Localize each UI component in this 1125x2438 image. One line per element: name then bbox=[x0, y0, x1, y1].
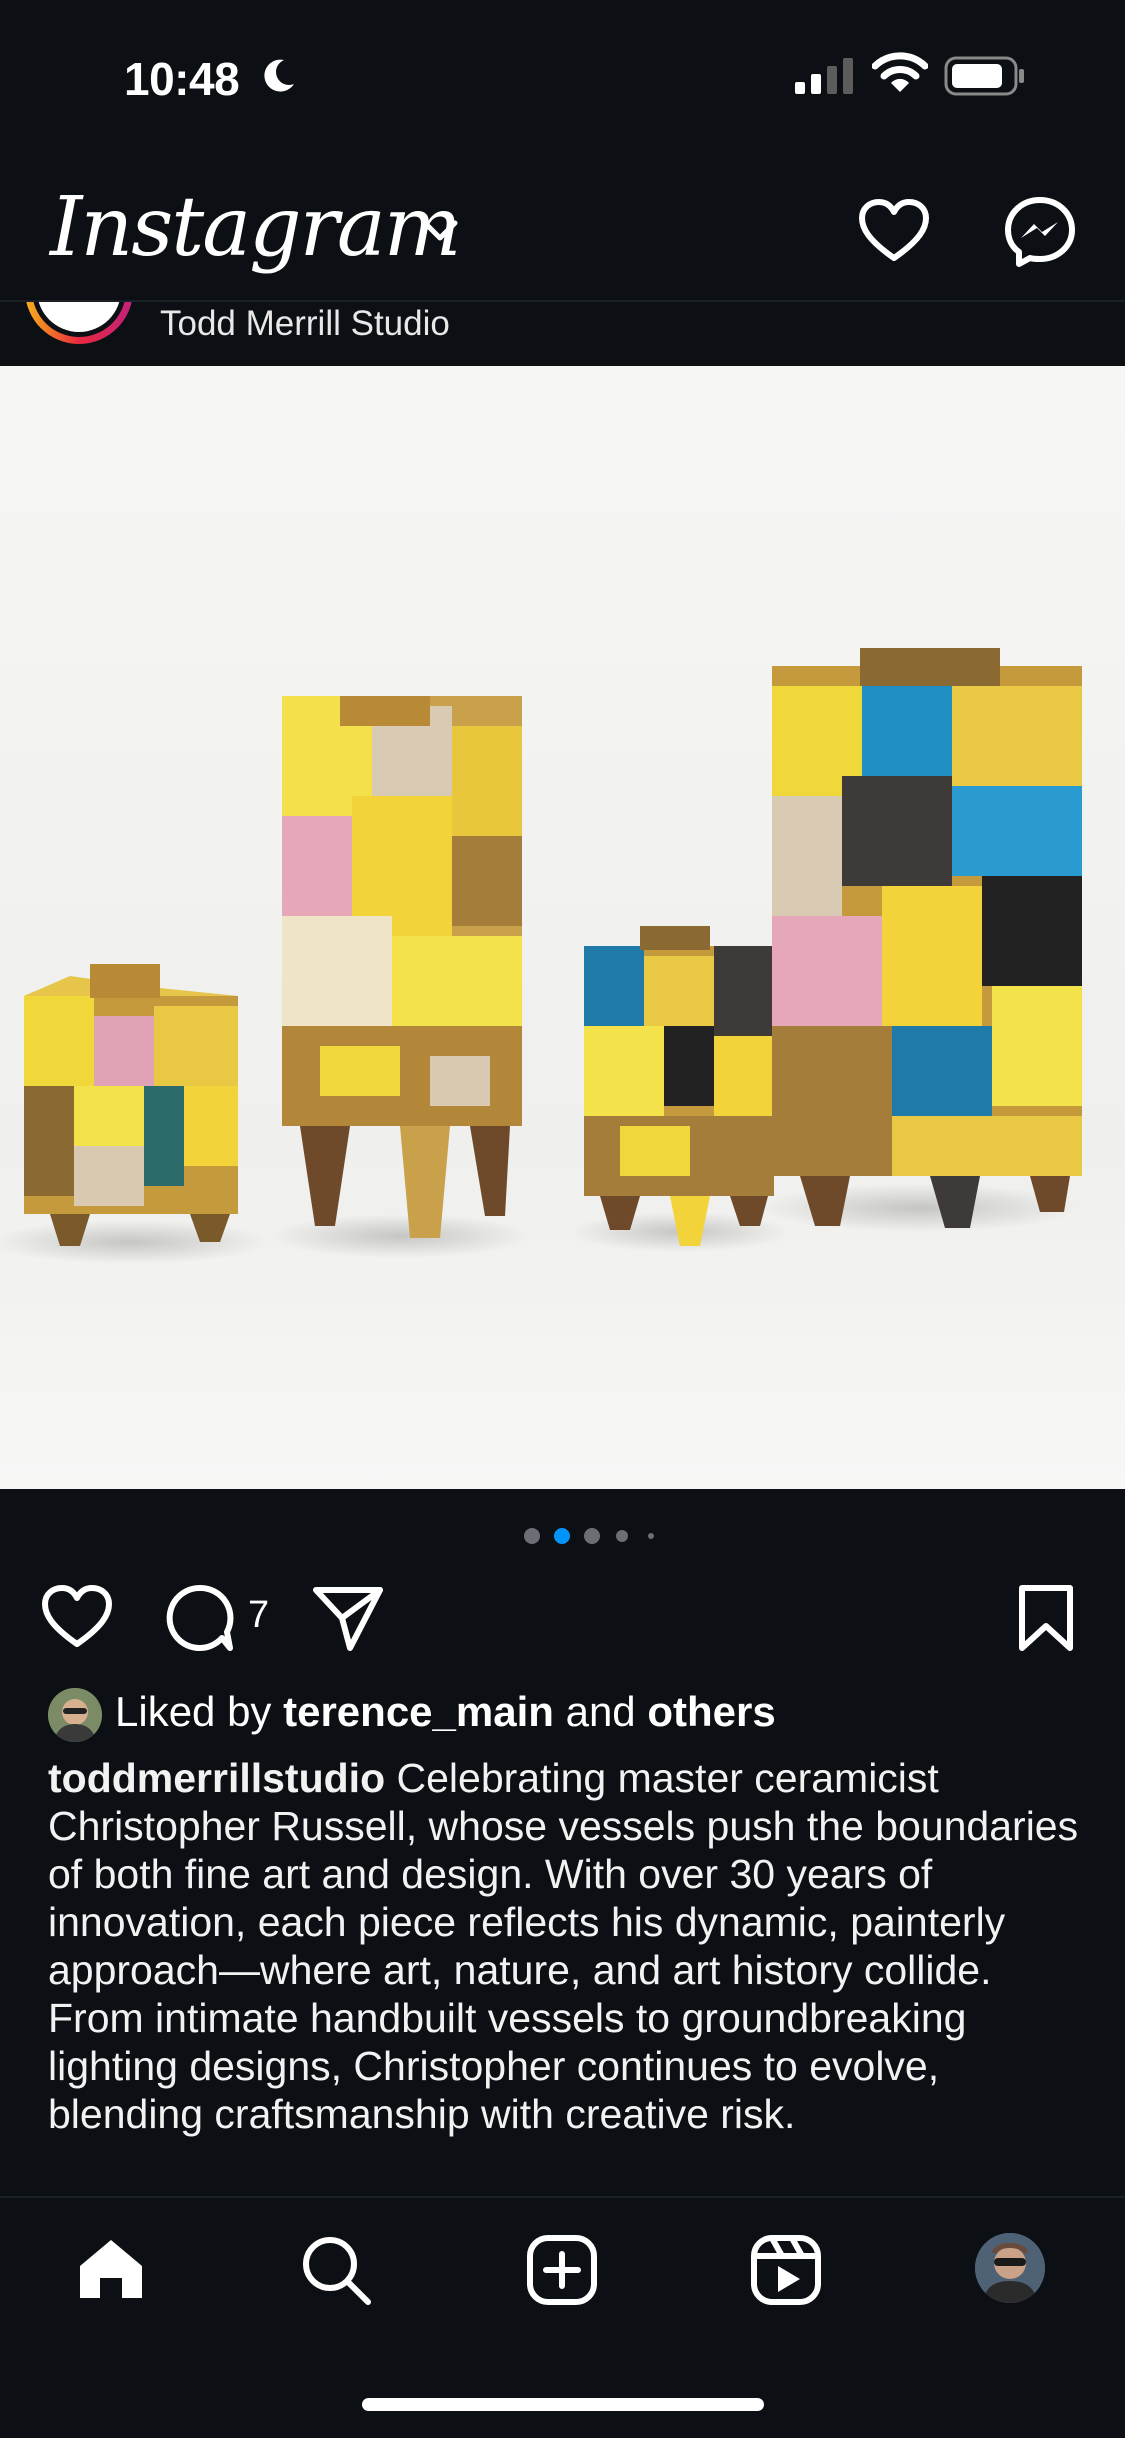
post-header[interactable]: Todd Merrill Studio bbox=[0, 302, 1125, 366]
carousel-dot bbox=[524, 1528, 540, 1544]
liker-username[interactable]: terence_main bbox=[283, 1688, 554, 1735]
home-icon[interactable] bbox=[76, 2236, 146, 2302]
caption-text: Celebrating master ceramicist Christophe… bbox=[48, 1755, 1079, 2137]
caption-username[interactable]: toddmerrillstudio bbox=[48, 1755, 385, 1801]
comment-count[interactable]: 7 bbox=[248, 1594, 269, 1637]
post-caption[interactable]: toddmerrillstudio Celebrating master cer… bbox=[48, 1754, 1088, 2138]
reels-icon[interactable] bbox=[750, 2234, 822, 2306]
carousel-indicator bbox=[520, 1526, 660, 1546]
battery-icon bbox=[944, 56, 1024, 96]
wifi-icon bbox=[872, 52, 928, 92]
carousel-dot-active bbox=[554, 1528, 570, 1544]
save-icon[interactable] bbox=[1016, 1584, 1076, 1654]
likes-others-link[interactable]: others bbox=[647, 1688, 775, 1735]
ceramic-vessel bbox=[772, 648, 1082, 1228]
ceramic-vessel bbox=[584, 926, 774, 1246]
ceramic-vessel bbox=[24, 964, 238, 1246]
comment-icon[interactable] bbox=[164, 1582, 236, 1654]
moon-icon bbox=[264, 59, 294, 92]
carousel-dot bbox=[616, 1530, 628, 1542]
account-name[interactable]: Todd Merrill Studio bbox=[160, 304, 450, 344]
liker-avatar[interactable] bbox=[48, 1688, 102, 1742]
status-time: 10:48 bbox=[124, 53, 240, 105]
chevron-down-icon[interactable] bbox=[420, 218, 460, 244]
instagram-logo[interactable]: Instagram bbox=[50, 180, 461, 275]
home-indicator bbox=[362, 2398, 764, 2411]
likes-prefix: Liked by bbox=[115, 1688, 272, 1735]
carousel-dot bbox=[648, 1533, 654, 1539]
create-icon[interactable] bbox=[526, 2234, 598, 2306]
search-icon[interactable] bbox=[300, 2234, 372, 2306]
likes-connector: and bbox=[565, 1688, 636, 1735]
account-avatar[interactable] bbox=[20, 302, 138, 350]
carousel-dot bbox=[584, 1528, 600, 1544]
profile-avatar[interactable] bbox=[975, 2233, 1045, 2303]
messenger-icon[interactable] bbox=[1004, 196, 1076, 268]
signal-icon bbox=[795, 58, 853, 94]
likes-summary[interactable]: Liked by terence_main and others bbox=[115, 1688, 776, 1736]
share-icon[interactable] bbox=[312, 1584, 384, 1654]
post-photo[interactable] bbox=[0, 366, 1125, 1489]
heart-icon[interactable] bbox=[858, 198, 930, 264]
like-icon[interactable] bbox=[40, 1584, 114, 1650]
